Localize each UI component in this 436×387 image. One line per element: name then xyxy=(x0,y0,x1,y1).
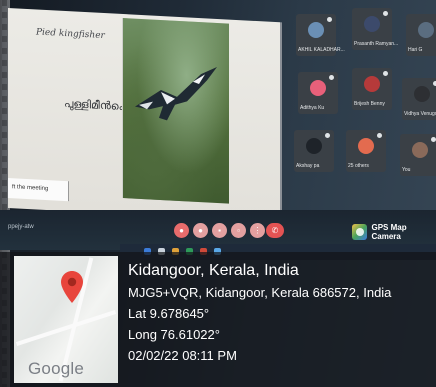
place-name: Kidangoor, Kerala, India xyxy=(128,262,299,279)
gps-info-overlay: Google Kidangoor, Kerala, India MJG5+VQR… xyxy=(0,252,436,387)
shared-slide: Pied kingfisher പുള്ളിമീൻകൊത്തി ft the m… xyxy=(8,8,282,223)
participant-tile[interactable]: Akshay pa xyxy=(294,130,334,172)
gps-app-name: GPS Map Camera xyxy=(371,223,407,241)
participant-avatar xyxy=(358,138,374,154)
mic-status-icon xyxy=(325,133,330,138)
participant-name: Akshay pa xyxy=(296,163,320,169)
gps-app-badge: GPS Map Camera xyxy=(352,222,436,242)
map-thumbnail: Google xyxy=(14,256,118,383)
participant-tile[interactable]: You xyxy=(400,134,436,176)
longitude: Long 76.61022° xyxy=(128,327,220,342)
more-options-button[interactable]: ⋮ xyxy=(250,223,265,238)
participant-name: 25 others xyxy=(348,163,369,169)
participant-tile[interactable]: Hari G xyxy=(406,14,436,56)
datetime: 02/02/22 08:11 PM xyxy=(128,348,237,363)
kingfisher-photo xyxy=(122,17,229,204)
map-road xyxy=(15,310,117,346)
mic-status-icon xyxy=(377,133,382,138)
participant-name: Prasanth Ramyan... xyxy=(354,41,399,47)
kingfisher-bird-image xyxy=(135,66,217,121)
gps-camera-logo-icon xyxy=(352,224,368,240)
participant-tile[interactable]: Adithya Ku xyxy=(298,72,338,114)
address: MJG5+VQR, Kidangoor, Kerala 686572, Indi… xyxy=(128,285,392,300)
mic-status-icon xyxy=(327,17,332,22)
slide-title: Pied kingfisher xyxy=(36,27,105,42)
google-logo: Google xyxy=(28,359,85,378)
end-call-icon[interactable]: ✆ xyxy=(266,223,284,238)
latitude: Lat 9.678645° xyxy=(128,306,210,321)
participant-avatar xyxy=(308,22,324,38)
meeting-code: ppejy-atw xyxy=(8,224,34,230)
mic-status-icon xyxy=(431,137,436,142)
present-button[interactable]: ▫ xyxy=(231,223,246,238)
participant-avatar xyxy=(306,138,322,154)
participant-name: Vidhya Venugopal xyxy=(404,111,436,117)
participant-name: You xyxy=(402,167,411,173)
location-details: Kidangoor, Kerala, India MJG5+VQR, Kidan… xyxy=(128,260,428,366)
participant-tile[interactable]: Brijesh Benny xyxy=(352,68,392,110)
participant-avatar xyxy=(310,80,326,96)
meeting-notice-text: ft the meeting xyxy=(12,184,49,193)
participant-tile[interactable]: 25 others xyxy=(346,130,386,172)
meeting-notice: ft the meeting xyxy=(8,178,69,202)
mic-button[interactable]: ● xyxy=(174,223,189,238)
participant-name: Hari G xyxy=(408,47,423,53)
participant-avatar xyxy=(412,142,428,158)
participant-avatar xyxy=(364,16,380,32)
participant-avatar xyxy=(364,76,380,92)
captions-button[interactable]: ▪ xyxy=(212,223,227,238)
camera-button[interactable]: ● xyxy=(193,223,208,238)
participant-name: Adithya Ku xyxy=(300,105,325,111)
participant-tile[interactable]: Prasanth Ramyan... xyxy=(352,8,398,50)
participant-tile[interactable]: Vidhya Venugopal xyxy=(402,78,436,120)
mic-status-icon xyxy=(383,11,388,16)
mic-status-icon xyxy=(329,75,334,80)
mic-status-icon xyxy=(383,71,388,76)
participant-name: Brijesh Benny xyxy=(354,101,385,107)
participant-avatar xyxy=(414,86,430,102)
participant-tile[interactable]: AKHIL KALADHAR... xyxy=(296,14,345,56)
participant-avatar xyxy=(418,22,434,38)
participant-name: AKHIL KALADHAR... xyxy=(298,47,345,53)
location-pin-icon xyxy=(61,271,83,303)
